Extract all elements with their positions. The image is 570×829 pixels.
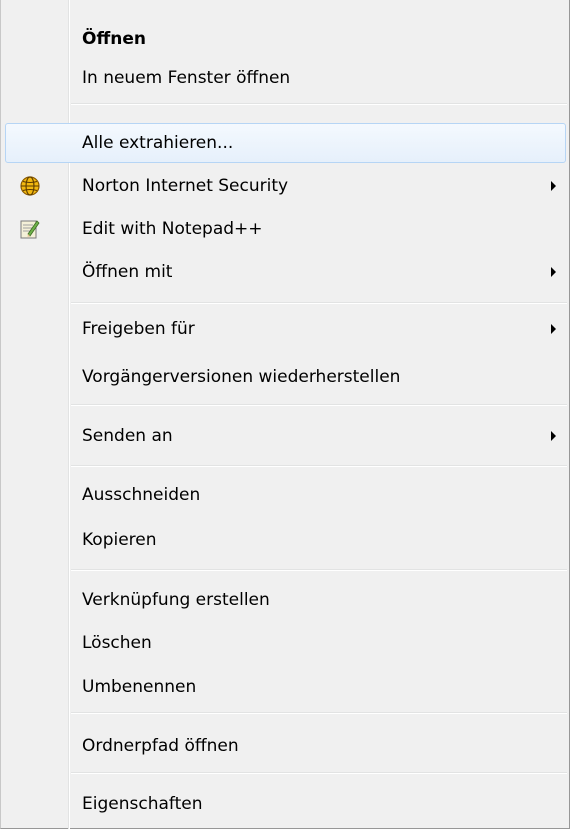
menu-item-rename[interactable]: Umbenennen xyxy=(5,667,566,707)
notepad-plus-plus-icon xyxy=(18,218,40,240)
menu-item-label: Vorgängerversionen wiederherstellen xyxy=(82,367,401,387)
menu-item-label: Ordnerpfad öffnen xyxy=(82,736,239,756)
menu-separator xyxy=(71,404,567,406)
menu-item-label: Senden an xyxy=(82,426,173,446)
menu-item-label: Alle extrahieren... xyxy=(82,133,234,153)
menu-item-norton-internet-security[interactable]: Norton Internet Security xyxy=(5,166,566,206)
submenu-arrow-icon xyxy=(551,324,556,334)
menu-item-open-with[interactable]: Öffnen mit xyxy=(5,252,566,292)
menu-item-open-folder-path[interactable]: Ordnerpfad öffnen xyxy=(5,726,566,766)
menu-item-label: Norton Internet Security xyxy=(82,176,289,196)
menu-item-label: Verknüpfung erstellen xyxy=(82,590,270,610)
menu-item-send-to[interactable]: Senden an xyxy=(5,416,566,456)
menu-item-label: Löschen xyxy=(82,633,152,653)
menu-item-properties[interactable]: Eigenschaften xyxy=(5,784,566,824)
menu-separator xyxy=(71,772,567,774)
submenu-arrow-icon xyxy=(551,181,556,191)
menu-item-cut[interactable]: Ausschneiden xyxy=(5,475,566,515)
menu-item-share-with[interactable]: Freigeben für xyxy=(5,309,566,349)
menu-item-label: Ausschneiden xyxy=(82,485,201,505)
menu-item-label: In neuem Fenster öffnen xyxy=(82,68,291,88)
menu-item-create-shortcut[interactable]: Verknüpfung erstellen xyxy=(5,580,566,620)
menu-item-edit-with-notepad[interactable]: Edit with Notepad++ xyxy=(5,209,566,249)
menu-separator xyxy=(71,465,567,467)
menu-item-copy[interactable]: Kopieren xyxy=(5,520,566,560)
menu-item-label: Öffnen xyxy=(82,29,146,49)
menu-item-label: Umbenennen xyxy=(82,677,197,697)
menu-separator xyxy=(71,712,567,714)
norton-globe-icon xyxy=(19,175,41,197)
menu-separator xyxy=(71,569,567,571)
menu-item-open-new-window[interactable]: In neuem Fenster öffnen xyxy=(5,58,566,98)
menu-item-restore-previous-versions[interactable]: Vorgängerversionen wiederherstellen xyxy=(5,357,566,397)
menu-item-label: Edit with Notepad++ xyxy=(82,219,263,239)
menu-item-label: Eigenschaften xyxy=(82,794,203,814)
context-menu: Öffnen In neuem Fenster öffnen Alle extr… xyxy=(0,0,570,829)
menu-item-label: Freigeben für xyxy=(82,319,195,339)
menu-item-extract-all[interactable]: Alle extrahieren... xyxy=(5,123,566,163)
menu-item-delete[interactable]: Löschen xyxy=(5,623,566,663)
menu-item-label: Öffnen mit xyxy=(82,262,173,282)
menu-separator xyxy=(71,103,567,105)
menu-item-label: Kopieren xyxy=(82,530,157,550)
submenu-arrow-icon xyxy=(551,267,556,277)
menu-separator xyxy=(71,302,567,304)
menu-item-open[interactable]: Öffnen xyxy=(5,19,566,59)
submenu-arrow-icon xyxy=(551,431,556,441)
